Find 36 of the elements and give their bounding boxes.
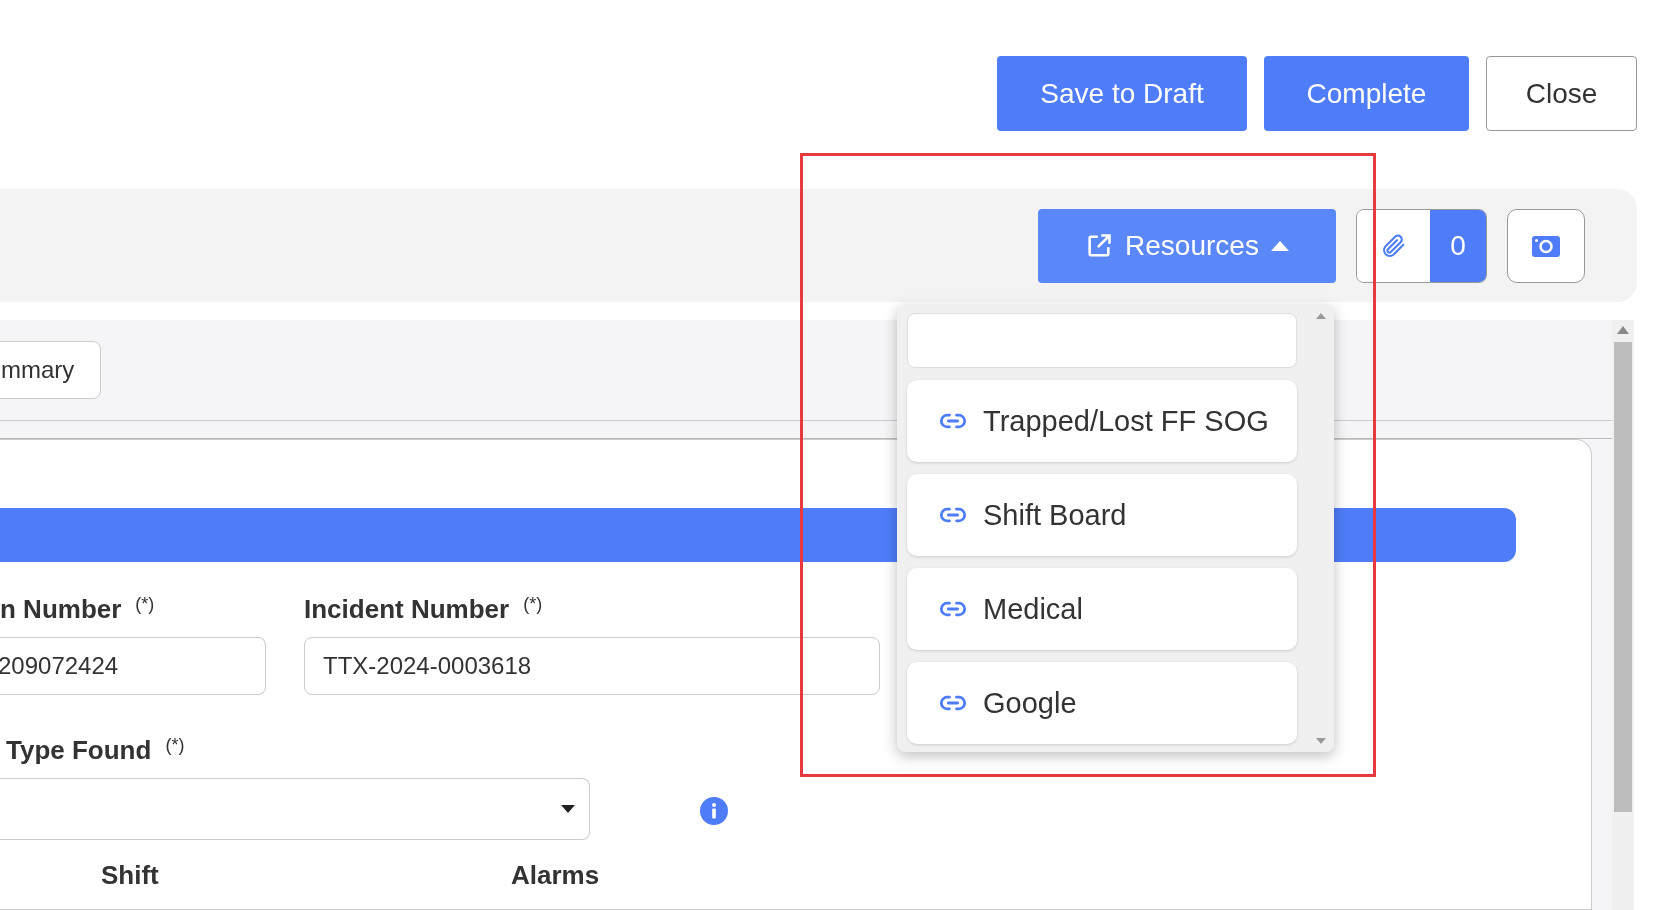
- camera-button[interactable]: [1507, 208, 1585, 283]
- field-label: Type Found: [6, 735, 152, 766]
- attachment-count: 0: [1430, 209, 1486, 282]
- section-tab[interactable]: mmary: [0, 341, 102, 399]
- info-icon[interactable]: [700, 797, 728, 825]
- resource-link[interactable]: Trapped/Lost FF SOG: [907, 380, 1297, 462]
- scrollbar[interactable]: [1612, 320, 1634, 910]
- search-field[interactable]: [907, 313, 1297, 368]
- required-mark: (*): [135, 594, 155, 615]
- column-heading: Alarms: [511, 860, 600, 891]
- link-icon: [939, 411, 967, 431]
- resource-link[interactable]: Google: [907, 662, 1297, 744]
- column-heading: Shift: [101, 860, 160, 891]
- text-field[interactable]: TTX-2024-0003618: [304, 637, 880, 695]
- resource-link[interactable]: Shift Board: [907, 474, 1297, 556]
- scroll-up-icon[interactable]: [1617, 326, 1629, 334]
- link-icon: [939, 599, 967, 619]
- link-icon: [939, 693, 967, 713]
- caret-icon: [561, 805, 575, 813]
- close-button[interactable]: Close: [1486, 56, 1637, 131]
- resource-link[interactable]: Medical: [907, 568, 1297, 650]
- field-label: Incident Number: [304, 594, 510, 625]
- action-button[interactable]: Save to Draft: [997, 56, 1247, 131]
- camera-icon: [1531, 233, 1561, 258]
- field-label: n Number: [0, 594, 122, 625]
- required-mark: (*): [165, 735, 185, 756]
- link-icon: [939, 505, 967, 525]
- external-link-icon: [1085, 231, 1114, 260]
- scroll-down-icon[interactable]: [1315, 738, 1326, 744]
- select-field[interactable]: [0, 778, 590, 840]
- required-mark: (*): [523, 594, 543, 615]
- caret-icon: [1270, 240, 1289, 251]
- text-field[interactable]: 209072424: [0, 637, 266, 695]
- attachments-control[interactable]: 0: [1356, 208, 1487, 283]
- attach-button[interactable]: [1357, 209, 1430, 282]
- action-button[interactable]: Complete: [1264, 56, 1469, 131]
